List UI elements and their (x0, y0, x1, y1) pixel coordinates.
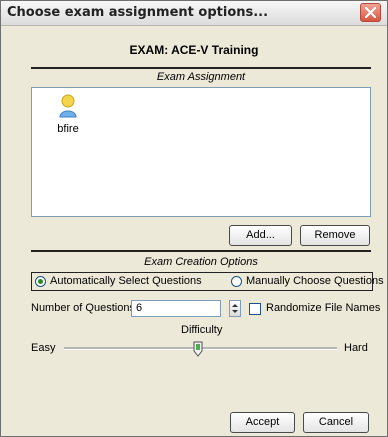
randomize-checkbox[interactable] (249, 303, 261, 315)
manual-radio[interactable] (231, 276, 242, 287)
remove-button[interactable]: Remove (300, 225, 370, 246)
num-questions-label: Number of Questions: (31, 302, 138, 314)
divider (31, 67, 371, 69)
user-icon (59, 94, 77, 118)
add-button[interactable]: Add... (229, 225, 292, 246)
spinner-arrows-icon (232, 304, 238, 313)
list-item[interactable]: bfire (48, 94, 88, 135)
manual-option[interactable]: Manually Choose Questions (231, 275, 384, 291)
user-name: bfire (57, 123, 79, 135)
auto-select-radio[interactable] (35, 276, 46, 287)
manual-label: Manually Choose Questions (246, 275, 384, 287)
difficulty-max-label: Hard (344, 342, 368, 354)
slider-thumb-icon (193, 341, 203, 357)
window-title: Choose exam assignment options... (7, 5, 269, 20)
exam-assignment-label: Exam Assignment (156, 71, 246, 83)
accept-button[interactable]: Accept (230, 412, 295, 433)
difficulty-min-label: Easy (31, 342, 56, 354)
exam-assignment-dialog: Choose exam assignment options... EXAM: … (0, 0, 388, 437)
assigned-users-list[interactable]: bfire (31, 87, 371, 217)
close-icon (365, 7, 376, 18)
auto-select-label: Automatically Select Questions (50, 275, 202, 287)
difficulty-label: Difficulty (181, 324, 223, 336)
question-selection-mode: Automatically Select Questions Manually … (31, 272, 384, 291)
randomize-label: Randomize File Names (266, 302, 381, 314)
num-questions-input[interactable]: 6 (131, 300, 221, 317)
num-questions-spinner[interactable] (229, 300, 241, 317)
exam-title: EXAM: ACE-V Training (129, 43, 259, 57)
difficulty-slider-thumb[interactable] (193, 341, 203, 357)
title-bar[interactable]: Choose exam assignment options... (1, 1, 387, 26)
cancel-button[interactable]: Cancel (303, 412, 369, 433)
close-button[interactable] (360, 3, 381, 22)
exam-creation-options-label: Exam Creation Options (144, 256, 258, 268)
radio-selected-dot (38, 279, 43, 284)
divider (31, 250, 371, 252)
auto-select-option[interactable]: Automatically Select Questions (32, 275, 212, 291)
